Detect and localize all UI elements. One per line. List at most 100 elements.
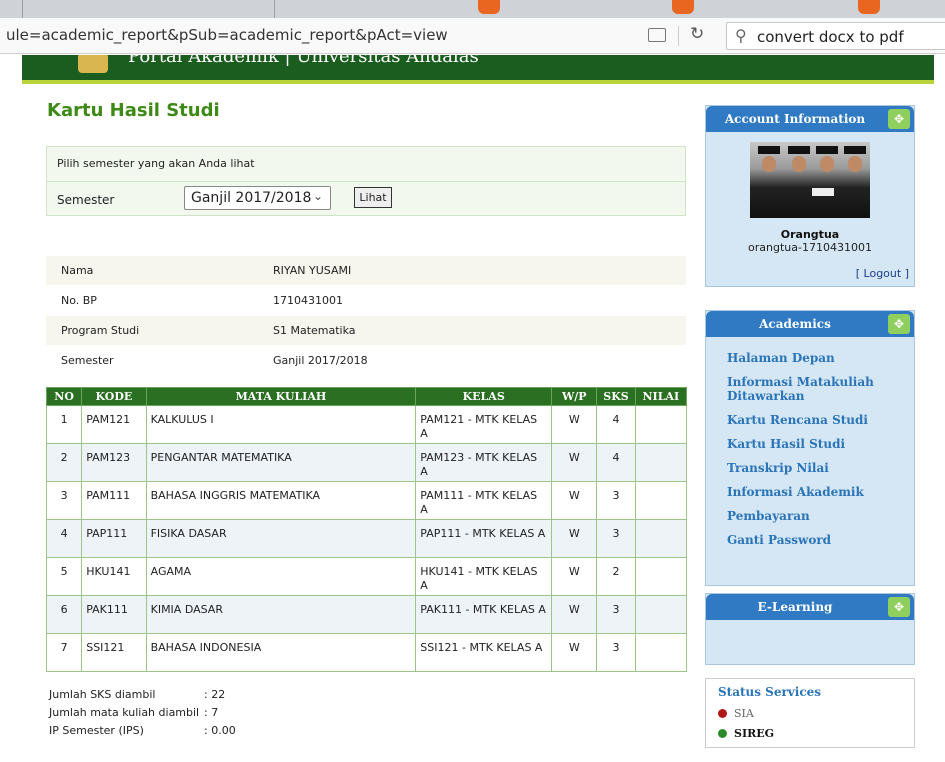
cell-kode: PAM123 bbox=[81, 443, 147, 482]
semester-selected: Ganjil 2017/2018 bbox=[191, 190, 312, 206]
cap-shape bbox=[758, 146, 780, 154]
cell-mata-kuliah: BAHASA INDONESIA bbox=[145, 633, 417, 672]
graduates-photo bbox=[750, 142, 870, 218]
cell-sks: 3 bbox=[596, 633, 636, 672]
cell-nilai bbox=[634, 557, 688, 596]
face-shape bbox=[792, 156, 806, 172]
lihat-button[interactable]: Lihat bbox=[354, 187, 392, 208]
chevron-down-icon: ⌄ bbox=[312, 189, 323, 203]
table-row: 2 PAM123 PENGANTAR MATEMATIKA PAM123 - M… bbox=[45, 443, 688, 482]
face-shape bbox=[820, 156, 834, 172]
summary-value: : 7 bbox=[204, 706, 219, 719]
menu-item-informasi-matakuliah[interactable]: Informasi Matakuliah Ditawarkan bbox=[727, 375, 897, 403]
search-query[interactable]: convert docx to pdf bbox=[757, 28, 904, 46]
student-info: Nama RIYAN YUSAMI No. BP 1710431001 Prog… bbox=[46, 256, 686, 376]
cell-no: 1 bbox=[45, 405, 83, 444]
cell-mata-kuliah: AGAMA bbox=[145, 557, 417, 596]
cell-wp: W bbox=[551, 519, 598, 558]
menu-item-informasi-akademik[interactable]: Informasi Akademik bbox=[727, 485, 897, 499]
cell-kode: PAM121 bbox=[81, 405, 147, 444]
status-name: SIREG bbox=[734, 727, 775, 740]
table-row: 4 PAP111 FISIKA DASAR PAP111 - MTK KELAS… bbox=[45, 519, 688, 558]
table-row: 7 SSI121 BAHASA INDONESIA SSI121 - MTK K… bbox=[45, 633, 688, 672]
panel-toggle-icon[interactable]: ✥ bbox=[888, 314, 910, 334]
firefox-tab-icon[interactable] bbox=[672, 0, 694, 14]
account-id: orangtua-1710431001 bbox=[748, 241, 872, 254]
cell-kode: PAK111 bbox=[81, 595, 147, 634]
cell-sks: 4 bbox=[596, 405, 636, 444]
status-services-panel: Status Services SIA SIREG bbox=[705, 678, 915, 748]
info-row: Nama RIYAN YUSAMI bbox=[46, 256, 686, 286]
cell-mata-kuliah: KALKULUS I bbox=[145, 405, 417, 444]
info-value: 1710431001 bbox=[273, 294, 343, 307]
info-row: No. BP 1710431001 bbox=[46, 286, 686, 316]
firefox-tab-icon[interactable] bbox=[858, 0, 880, 14]
cell-nilai bbox=[634, 519, 688, 558]
summary-label: Jumlah SKS diambil bbox=[49, 688, 156, 701]
account-panel-title: Account Information bbox=[724, 112, 866, 126]
cell-sks: 3 bbox=[596, 481, 636, 520]
academics-panel-title: Academics bbox=[759, 317, 831, 331]
elearning-panel-title: E-Learning bbox=[757, 600, 833, 614]
firefox-tab-icon[interactable] bbox=[478, 0, 500, 14]
menu-item-kartu-rencana-studi[interactable]: Kartu Rencana Studi bbox=[727, 413, 897, 427]
cell-no: 3 bbox=[45, 481, 83, 520]
account-panel: Account Information ✥ Orangtua orangtua-… bbox=[705, 105, 915, 287]
cell-kelas: HKU141 - MTK KELAS A bbox=[415, 557, 553, 596]
cell-mata-kuliah: BAHASA INGGRIS MATEMATIKA bbox=[145, 481, 417, 520]
cell-kode: PAM111 bbox=[81, 481, 147, 520]
info-label: Semester bbox=[61, 354, 114, 367]
semester-select[interactable]: Ganjil 2017/2018 ⌄ bbox=[184, 186, 331, 210]
elearning-panel: E-Learning ✥ bbox=[705, 593, 915, 665]
menu-item-kartu-hasil-studi[interactable]: Kartu Hasil Studi bbox=[727, 437, 897, 451]
panel-toggle-icon[interactable]: ✥ bbox=[888, 597, 910, 617]
url-field[interactable]: ule=academic_report&pSub=academic_report… bbox=[6, 26, 448, 44]
diploma-shape bbox=[812, 188, 834, 196]
academics-panel: Academics ✥ Halaman Depan Informasi Mata… bbox=[705, 310, 915, 586]
cell-nilai bbox=[634, 633, 688, 672]
status-dot-icon bbox=[718, 709, 727, 718]
menu-item-transkrip-nilai[interactable]: Transkrip Nilai bbox=[727, 461, 897, 475]
menu-item-pembayaran[interactable]: Pembayaran bbox=[727, 509, 897, 523]
cell-wp: W bbox=[551, 595, 598, 634]
reader-view-icon[interactable] bbox=[648, 28, 666, 42]
col-header-no: NO bbox=[45, 387, 83, 406]
menu-item-halaman-depan[interactable]: Halaman Depan bbox=[727, 351, 897, 365]
cell-kelas: PAM111 - MTK KELAS A bbox=[415, 481, 553, 520]
info-value: S1 Matematika bbox=[273, 324, 356, 337]
menu-item-ganti-password[interactable]: Ganti Password bbox=[727, 533, 897, 547]
table-row: 5 HKU141 AGAMA HKU141 - MTK KELAS A W 2 bbox=[45, 557, 688, 596]
cell-wp: W bbox=[551, 633, 598, 672]
main-content: Kartu Hasil Studi Pilih semester yang ak… bbox=[22, 88, 934, 762]
cell-sks: 3 bbox=[596, 519, 636, 558]
info-label: Nama bbox=[61, 264, 94, 277]
table-header-row: NO KODE MATA KULIAH KELAS W/P SKS NILAI bbox=[45, 387, 688, 406]
tab-divider bbox=[274, 0, 275, 18]
cell-kode: SSI121 bbox=[81, 633, 147, 672]
status-item-sireg: SIREG bbox=[718, 727, 774, 740]
status-services-title: Status Services bbox=[718, 685, 822, 699]
cell-sks: 3 bbox=[596, 595, 636, 634]
info-label: No. BP bbox=[61, 294, 97, 307]
cell-kelas: PAP111 - MTK KELAS A bbox=[415, 519, 553, 558]
table-row: 1 PAM121 KALKULUS I PAM121 - MTK KELAS A… bbox=[45, 405, 688, 444]
university-logo-icon[interactable] bbox=[78, 55, 108, 73]
semester-prompt: Pilih semester yang akan Anda lihat bbox=[57, 157, 255, 170]
search-icon: ⚲ bbox=[735, 26, 747, 45]
academics-menu: Halaman Depan Informasi Matakuliah Ditaw… bbox=[727, 351, 897, 557]
cell-mata-kuliah: FISIKA DASAR bbox=[145, 519, 417, 558]
table-row: 6 PAK111 KIMIA DASAR PAK111 - MTK KELAS … bbox=[45, 595, 688, 634]
search-box[interactable]: ⚲ convert docx to pdf bbox=[726, 22, 945, 50]
info-row: Semester Ganjil 2017/2018 bbox=[46, 346, 686, 376]
cell-kelas: PAK111 - MTK KELAS A bbox=[415, 595, 553, 634]
cap-shape bbox=[816, 146, 838, 154]
cell-nilai bbox=[634, 443, 688, 482]
col-header-kelas: KELAS bbox=[415, 387, 553, 406]
logout-link[interactable]: [ Logout ] bbox=[856, 267, 909, 280]
reload-icon[interactable]: ↻ bbox=[690, 24, 704, 44]
info-value: RIYAN YUSAMI bbox=[273, 264, 352, 277]
toolbar-divider bbox=[678, 26, 679, 46]
panel-toggle-icon[interactable]: ✥ bbox=[888, 109, 910, 129]
col-header-sks: SKS bbox=[596, 387, 636, 406]
cell-no: 6 bbox=[45, 595, 83, 634]
